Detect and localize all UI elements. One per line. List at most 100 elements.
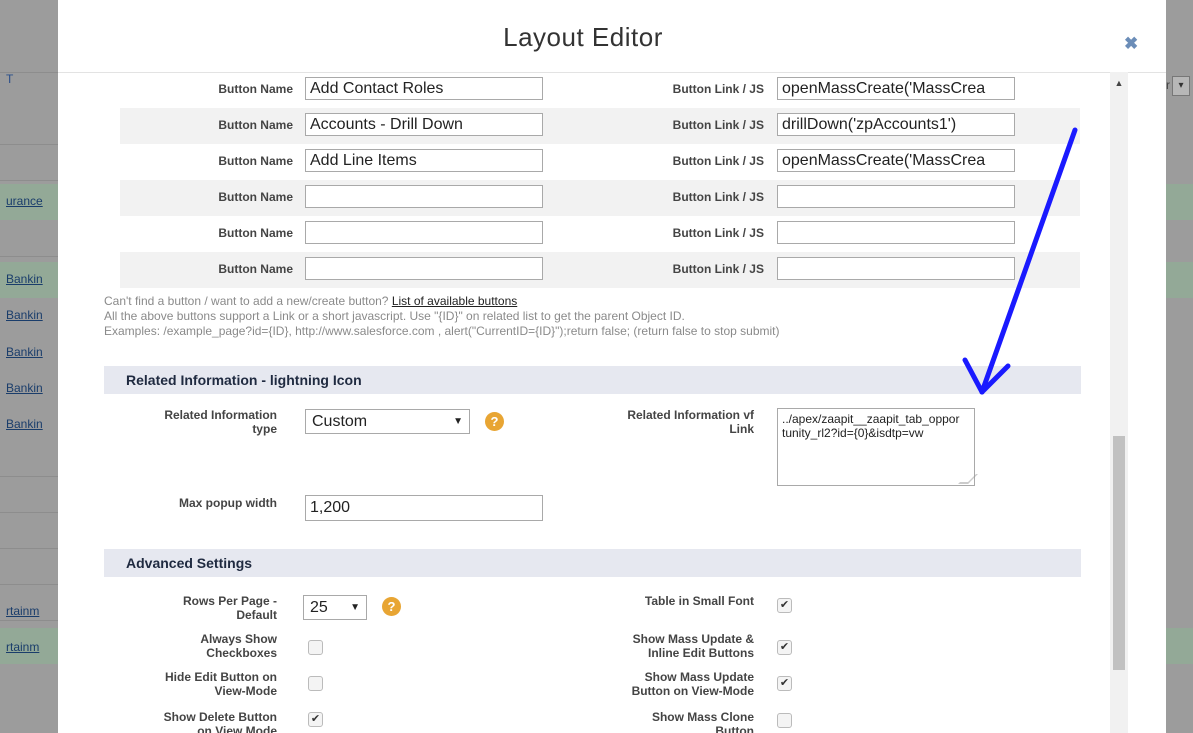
label-line: Show Mass Update & [632,632,754,646]
label-line: Rows Per Page - [182,594,277,608]
button-link-label: Button Link / JS [672,154,764,168]
label-line: Show Mass Clone [651,710,754,724]
button-link-input[interactable]: openMassCreate('MassCrea [777,149,1015,172]
related-info-vf-link-textarea[interactable]: ../apex/zaapit__zaapit_tab_opportunity_r… [777,408,978,486]
related-info-section-header: Related Information - lightning Icon [104,366,1081,394]
label-line: Related Information vf [627,408,754,422]
hide-edit-button-label: Hide Edit Button on View-Mode [120,670,277,698]
list-of-buttons-link[interactable]: List of available buttons [392,294,517,308]
button-link-label: Button Link / JS [672,82,764,96]
modal-scrollbar[interactable]: ▲ [1110,72,1128,733]
label-line: View-Mode [214,684,277,698]
help-line-3: Examples: /example_page?id={ID}, http://… [104,324,780,338]
related-info-type-select[interactable]: Custom ▼ [305,409,470,434]
max-popup-width-label: Max popup width [179,496,277,510]
button-link-input[interactable] [777,257,1015,280]
background-link[interactable]: Bankin [6,417,58,431]
button-name-label: Button Name [218,190,293,204]
show-mass-update-checkbox[interactable]: ✔ [777,640,792,655]
buttons-help-text: Can't find a button / want to add a new/… [104,294,780,339]
button-name-input[interactable] [305,257,543,280]
background-link[interactable]: Bankin [6,345,58,359]
rows-per-page-label: Rows Per Page - Default [120,594,277,622]
advanced-settings-section-header: Advanced Settings [104,549,1081,577]
table-small-font-label: Table in Small Font [644,594,754,608]
show-mass-clone-label: Show Mass Clone Button [550,710,754,733]
help-icon[interactable]: ? [485,412,504,431]
button-link-label: Button Link / JS [672,118,764,132]
label-line: Hide Edit Button on [165,670,277,684]
label-line: Button on View-Mode [631,684,754,698]
section-title: Advanced Settings [126,555,253,571]
layout-editor-modal: Layout Editor ✖ Button Name Add Contact … [58,0,1166,733]
related-info-type-label: Related Information type [120,408,277,436]
help-icon[interactable]: ? [382,597,401,616]
chevron-down-icon[interactable]: ▾ [1172,76,1190,96]
button-name-label: Button Name [218,154,293,168]
button-link-input[interactable]: openMassCreate('MassCrea [777,77,1015,100]
label-line: type [252,422,277,436]
label-line: Checkboxes [206,646,277,660]
scroll-up-arrow-icon[interactable]: ▲ [1110,78,1128,92]
button-name-label: Button Name [218,82,293,96]
button-row: Button Name Button Link / JS [120,216,1080,252]
button-row: Button Name Accounts - Drill Down Button… [120,108,1080,144]
label-line: Link [729,422,754,436]
background-link[interactable]: Bankin [6,272,58,286]
button-link-label: Button Link / JS [672,226,764,240]
show-delete-button-label: Show Delete Button on View Mode [120,710,277,733]
button-name-input[interactable]: Accounts - Drill Down [305,113,543,136]
label-line: Show Delete Button [163,710,277,724]
label-line: Inline Edit Buttons [648,646,754,660]
modal-title: Layout Editor [503,22,663,52]
select-value: Custom [312,413,368,430]
label-line: Show Mass Update [644,670,754,684]
help-line-1: Can't find a button / want to add a new/… [104,294,392,308]
background-link[interactable]: rtainm [6,640,58,654]
button-link-label: Button Link / JS [672,262,764,276]
button-name-input[interactable]: Add Line Items [305,149,543,172]
hide-edit-button-checkbox[interactable] [308,676,323,691]
close-icon[interactable]: ✖ [1124,34,1138,54]
background-link[interactable]: rtainm [6,604,58,618]
label-line: Always Show [200,632,277,646]
button-row: Button Name Add Contact Roles Button Lin… [120,72,1080,108]
background-link[interactable]: urance [6,194,58,208]
label-line: on View Mode [197,724,277,733]
rows-per-page-select[interactable]: 25 ▼ [303,595,367,620]
button-name-label: Button Name [218,262,293,276]
show-mass-update-view-checkbox[interactable]: ✔ [777,676,792,691]
show-mass-update-label: Show Mass Update & Inline Edit Buttons [550,632,754,660]
button-name-input[interactable] [305,221,543,244]
button-row: Button Name Button Link / JS [120,180,1080,216]
button-name-label: Button Name [218,226,293,240]
section-title: Related Information - lightning Icon [126,372,362,388]
max-popup-width-input[interactable]: 1,200 [305,495,543,521]
show-mass-update-view-label: Show Mass Update Button on View-Mode [550,670,754,698]
dropdown-arrow-icon: ▼ [350,602,360,613]
scroll-thumb[interactable] [1113,436,1125,670]
dropdown-arrow-icon: ▼ [453,416,463,427]
help-line-2: All the above buttons support a Link or … [104,309,685,323]
button-name-input[interactable]: Add Contact Roles [305,77,543,100]
always-show-checkboxes-label: Always Show Checkboxes [120,632,277,660]
button-row: Button Name Button Link / JS [120,252,1080,288]
button-name-input[interactable] [305,185,543,208]
related-info-vf-label: Related Information vf Link [550,408,754,436]
button-link-input[interactable] [777,221,1015,244]
background-link[interactable]: Bankin [6,381,58,395]
label-line: Related Information [164,408,277,422]
background-link[interactable]: Bankin [6,308,58,322]
background-page-right: r ▾ [1166,0,1193,733]
button-row: Button Name Add Line Items Button Link /… [120,144,1080,180]
resize-handle-icon[interactable] [958,474,978,484]
always-show-checkboxes-checkbox[interactable] [308,640,323,655]
textarea-value: ../apex/zaapit__zaapit_tab_opportunity_r… [782,412,960,440]
button-link-label: Button Link / JS [672,190,764,204]
button-link-input[interactable] [777,185,1015,208]
button-link-input[interactable]: drillDown('zpAccounts1') [777,113,1015,136]
show-mass-clone-checkbox[interactable] [777,713,792,728]
table-small-font-checkbox[interactable]: ✔ [777,598,792,613]
show-delete-button-checkbox[interactable]: ✔ [308,712,323,727]
modal-header: Layout Editor ✖ [58,0,1166,73]
